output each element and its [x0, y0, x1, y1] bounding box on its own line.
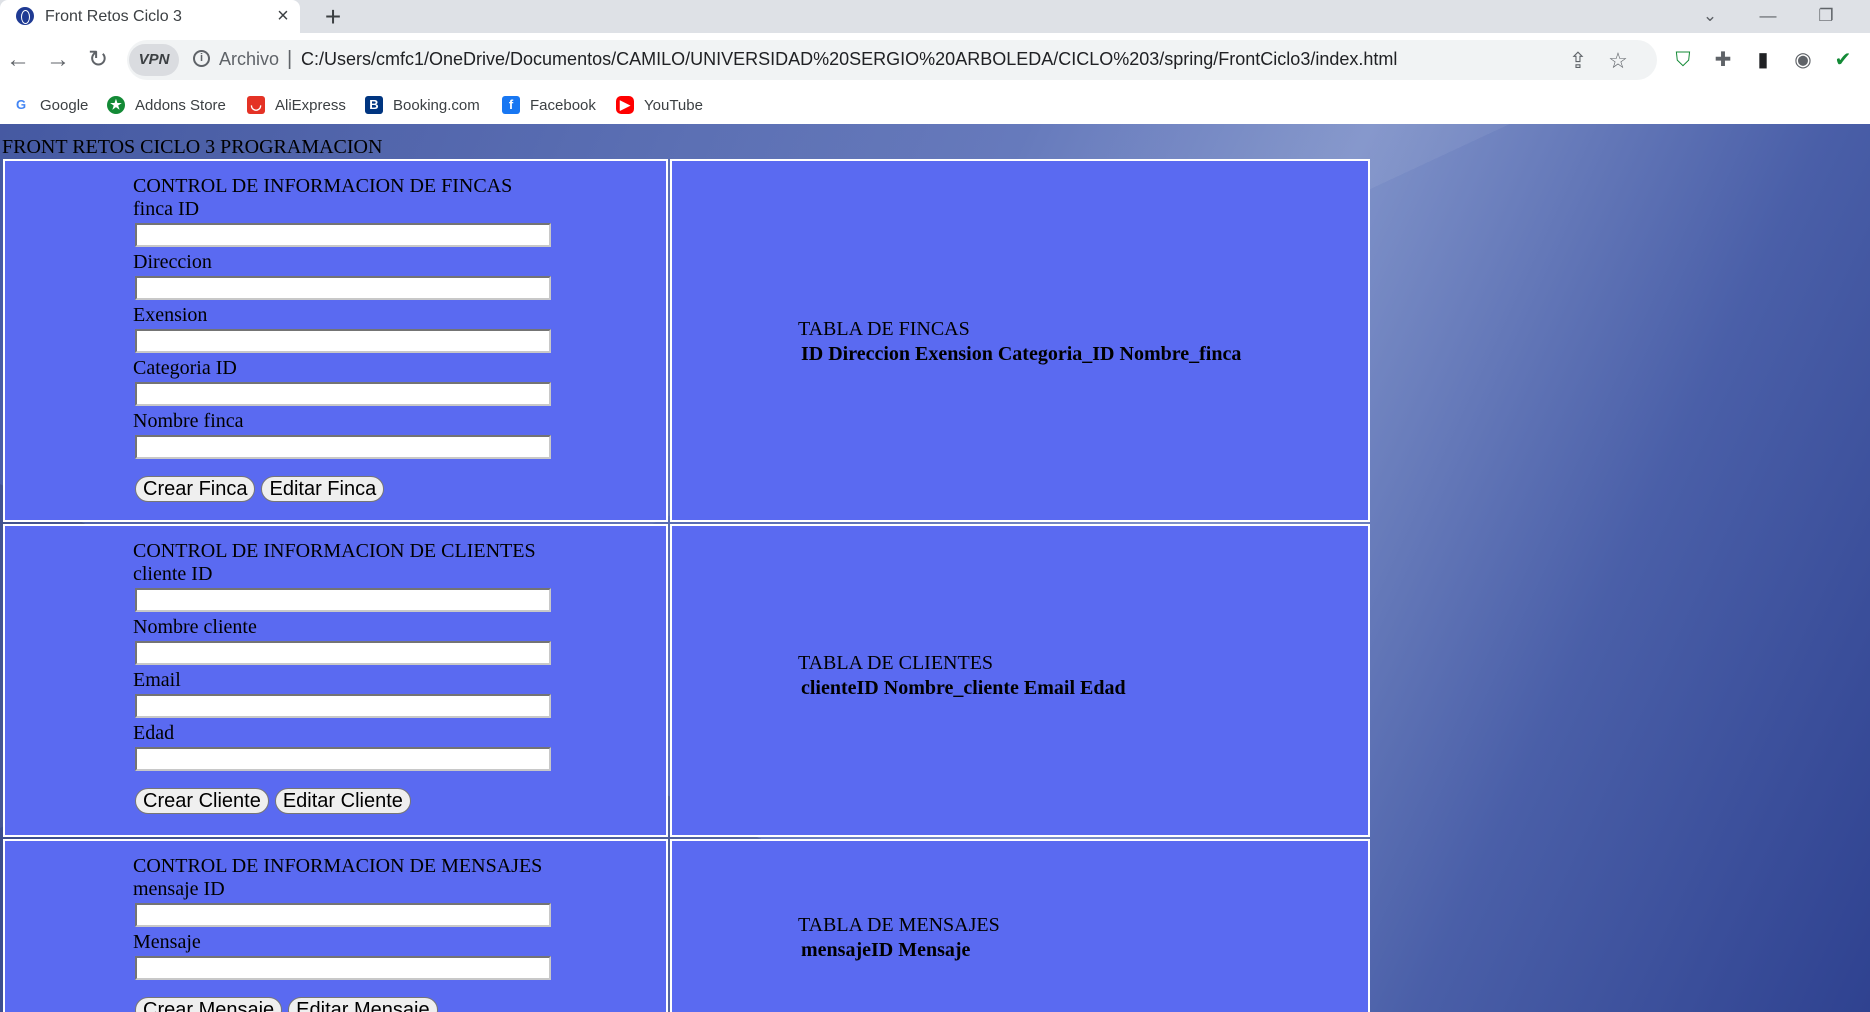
- bookmark-label: Addons Store: [135, 96, 226, 114]
- page-title: FRONT RETOS CICLO 3 PROGRAMACION: [2, 136, 383, 158]
- browser-toolbar: ← → ↻ VPN i Archivo | C:/Users/cmfc1/One…: [0, 33, 1870, 87]
- nombre-finca-label: Nombre finca: [133, 410, 244, 432]
- bookmark-label: AliExpress: [275, 96, 346, 114]
- forward-icon[interactable]: →: [40, 42, 76, 78]
- fincas-form-panel: CONTROL DE INFORMACION DE FINCAS finca I…: [3, 159, 668, 522]
- editar-mensaje-button[interactable]: Editar Mensaje: [288, 997, 438, 1012]
- facebook-icon: f: [502, 96, 520, 114]
- nombre-finca-input[interactable]: [135, 435, 551, 459]
- crear-mensaje-button[interactable]: Crear Mensaje: [135, 997, 283, 1012]
- reload-icon[interactable]: ↻: [80, 42, 116, 78]
- bookmark-facebook[interactable]: f Facebook: [502, 93, 596, 117]
- booking-icon: B: [365, 96, 383, 114]
- clientes-table-panel: TABLA DE CLIENTES clienteID Nombre_clien…: [670, 524, 1370, 837]
- tab-title: Front Retos Ciclo 3: [45, 8, 182, 25]
- fincas-form: CONTROL DE INFORMACION DE FINCAS finca I…: [133, 175, 551, 502]
- bookmark-label: Google: [40, 96, 89, 114]
- crear-finca-button[interactable]: Crear Finca: [135, 476, 256, 502]
- clientes-form-title: CONTROL DE INFORMACION DE CLIENTES: [133, 540, 536, 562]
- nombre-cliente-label: Nombre cliente: [133, 616, 257, 638]
- restore-icon[interactable]: ❐: [1806, 4, 1846, 28]
- exension-input[interactable]: [135, 329, 551, 353]
- bookmarks-bar: G Google ★ Addons Store ◡ AliExpress B B…: [0, 87, 1870, 125]
- adblock-shield-icon[interactable]: ✔: [1830, 47, 1856, 73]
- fincas-table-panel: TABLA DE FINCAS ID Direccion Exension Ca…: [670, 159, 1370, 522]
- share-icon[interactable]: ⇪: [1565, 48, 1591, 74]
- clientes-table-title: TABLA DE CLIENTES: [798, 652, 994, 674]
- address-bar[interactable]: VPN i Archivo | C:/Users/cmfc1/OneDrive/…: [127, 40, 1657, 80]
- bookmark-label: Facebook: [530, 96, 596, 114]
- categoria-id-label: Categoria ID: [133, 357, 237, 379]
- email-input[interactable]: [135, 694, 551, 718]
- bookmark-label: YouTube: [644, 96, 703, 114]
- bookmark-aliexpress[interactable]: ◡ AliExpress: [247, 93, 346, 117]
- shield-extension-icon[interactable]: ⛉: [1670, 47, 1696, 73]
- bookmark-booking[interactable]: B Booking.com: [365, 93, 480, 117]
- google-icon: G: [12, 96, 30, 114]
- nombre-cliente-input[interactable]: [135, 641, 551, 665]
- clientes-form-panel: CONTROL DE INFORMACION DE CLIENTES clien…: [3, 524, 668, 837]
- editar-cliente-button[interactable]: Editar Cliente: [274, 788, 411, 814]
- browser-tab-active[interactable]: Front Retos Ciclo 3 ×: [0, 0, 300, 33]
- clientes-table-header: clienteID Nombre_cliente Email Edad: [801, 677, 1126, 699]
- fincas-button-row: Crear Finca Editar Finca: [135, 476, 551, 502]
- mensaje-id-label: mensaje ID: [133, 878, 225, 900]
- url-text[interactable]: C:/Users/cmfc1/OneDrive/Documentos/CAMIL…: [301, 49, 1397, 70]
- mensaje-id-input[interactable]: [135, 903, 551, 927]
- cliente-id-label: cliente ID: [133, 563, 213, 585]
- vpn-badge[interactable]: VPN: [129, 44, 179, 76]
- cliente-id-input[interactable]: [135, 588, 551, 612]
- email-label: Email: [133, 669, 181, 691]
- addons-store-icon: ★: [107, 96, 125, 114]
- tab-search-icon[interactable]: ⌄: [1690, 4, 1730, 28]
- page-viewport: FRONT RETOS CICLO 3 PROGRAMACION CONTROL…: [0, 124, 1870, 1012]
- bookmark-label: Booking.com: [393, 96, 480, 114]
- mensajes-form: CONTROL DE INFORMACION DE MENSAJES mensa…: [133, 855, 551, 1012]
- direccion-label: Direccion: [133, 251, 212, 273]
- youtube-icon: ▶: [616, 96, 634, 114]
- clientes-form: CONTROL DE INFORMACION DE CLIENTES clien…: [133, 540, 551, 814]
- clientes-button-row: Crear Cliente Editar Cliente: [135, 788, 551, 814]
- mensajes-form-panel: CONTROL DE INFORMACION DE MENSAJES mensa…: [3, 839, 668, 1012]
- mensaje-input[interactable]: [135, 956, 551, 980]
- bookmark-google[interactable]: G Google: [12, 93, 88, 117]
- new-tab-button[interactable]: +: [318, 2, 348, 32]
- mensajes-form-title: CONTROL DE INFORMACION DE MENSAJES: [133, 855, 543, 877]
- mensajes-button-row: Crear Mensaje Editar Mensaje: [135, 997, 551, 1012]
- editar-finca-button[interactable]: Editar Finca: [261, 476, 385, 502]
- crear-cliente-button[interactable]: Crear Cliente: [135, 788, 269, 814]
- globe-icon: [16, 7, 34, 25]
- exension-label: Exension: [133, 304, 208, 326]
- fincas-form-title: CONTROL DE INFORMACION DE FINCAS: [133, 175, 513, 197]
- mensajes-table-header: mensajeID Mensaje: [801, 939, 971, 961]
- mensajes-table-panel: TABLA DE MENSAJES mensajeID Mensaje: [670, 839, 1370, 1012]
- scheme-label: Archivo: [219, 49, 280, 69]
- edad-label: Edad: [133, 722, 175, 744]
- info-icon[interactable]: i: [193, 50, 210, 67]
- fincas-table-title: TABLA DE FINCAS: [798, 318, 970, 340]
- extensions-puzzle-icon[interactable]: ✚: [1710, 47, 1736, 73]
- direccion-input[interactable]: [135, 276, 551, 300]
- bookmark-youtube[interactable]: ▶ YouTube: [616, 93, 703, 117]
- finca-id-input[interactable]: [135, 223, 551, 247]
- aliexpress-icon: ◡: [247, 96, 265, 114]
- finca-id-label: finca ID: [133, 198, 200, 220]
- fincas-table-header: ID Direccion Exension Categoria_ID Nombr…: [801, 343, 1242, 365]
- address-separator: |: [287, 48, 293, 70]
- mensaje-label: Mensaje: [133, 931, 201, 953]
- browser-tab-strip: Front Retos Ciclo 3 × + ⌄ — ❐: [0, 0, 1870, 33]
- profile-avatar-icon[interactable]: ◉: [1790, 47, 1816, 73]
- close-tab-icon[interactable]: ×: [272, 4, 294, 28]
- minimize-icon[interactable]: —: [1748, 4, 1788, 28]
- mensajes-table-title: TABLA DE MENSAJES: [798, 914, 1000, 936]
- bookmark-addons-store[interactable]: ★ Addons Store: [107, 93, 226, 117]
- side-panel-icon[interactable]: ▮: [1750, 47, 1776, 73]
- back-icon[interactable]: ←: [0, 42, 36, 78]
- categoria-id-input[interactable]: [135, 382, 551, 406]
- edad-input[interactable]: [135, 747, 551, 771]
- bookmark-star-icon[interactable]: ☆: [1605, 48, 1631, 74]
